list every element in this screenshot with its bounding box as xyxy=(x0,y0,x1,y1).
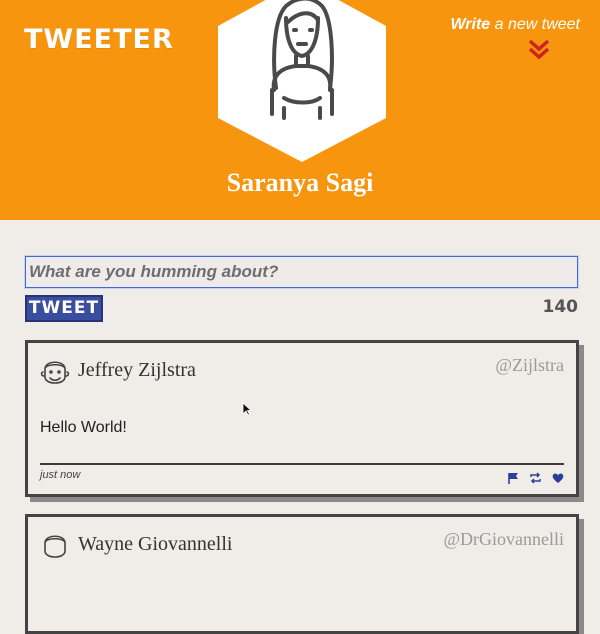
tweet-card: Jeffrey Zijlstra @Zijlstra Hello World! … xyxy=(25,340,579,497)
profile-avatar xyxy=(214,0,390,164)
mouse-cursor-icon xyxy=(242,402,252,416)
tweet-actions xyxy=(503,469,564,484)
heart-icon[interactable] xyxy=(552,469,564,488)
retweet-icon[interactable] xyxy=(529,469,542,488)
write-new-tweet-label: Write a new tweet xyxy=(450,16,580,33)
tweet-author-handle[interactable]: @Zijlstra xyxy=(495,355,564,376)
tweet-divider xyxy=(40,463,564,465)
flag-icon[interactable] xyxy=(508,469,519,488)
brand-logo[interactable]: TWEETER xyxy=(24,24,174,55)
tweet-button[interactable]: TWEET xyxy=(25,295,103,322)
tweet-card: Wayne Giovannelli @DrGiovannelli xyxy=(25,514,579,634)
tweet-composer-input[interactable] xyxy=(25,256,578,288)
tweet-author-name: Jeffrey Zijlstra xyxy=(78,359,196,381)
profile-name: Saranya Sagi xyxy=(226,168,374,197)
tweet-body: Hello World! xyxy=(40,419,127,436)
tweet-author-name: Wayne Giovannelli xyxy=(78,533,233,555)
profile-header: TWEETER Write a new tweet Saranya Sagi xyxy=(0,0,600,220)
tweet-timestamp: just now xyxy=(40,469,81,481)
user-avatar-icon xyxy=(40,361,70,384)
tweet-author-handle[interactable]: @DrGiovannelli xyxy=(443,529,564,550)
user-avatar-icon xyxy=(44,535,66,558)
double-chevron-down-icon[interactable] xyxy=(528,38,550,60)
char-counter: 140 xyxy=(542,297,579,317)
write-new-tweet-link[interactable]: Write a new tweet xyxy=(410,16,580,66)
